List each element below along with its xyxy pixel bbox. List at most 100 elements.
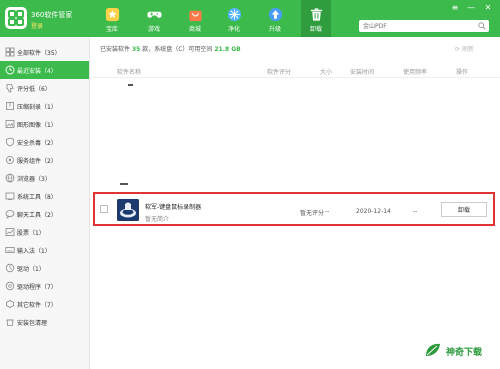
sidebar-item-low-rating[interactable]: 评分低（6） — [0, 79, 89, 97]
header-divider — [90, 77, 500, 78]
disk-info-bar: 已安装软件 35 款，系统盘（C）可用空间 21.8 GB — [100, 44, 241, 53]
login-link[interactable]: 登录 — [31, 21, 43, 30]
category-sidebar: 全部软件（35） 最近安装（4） 评分低（6） 压缩刻录（1） 图形图像（1） … — [0, 37, 90, 369]
sidebar-item-label: 驱动（1） — [17, 265, 45, 273]
sidebar-item-recent-installs[interactable]: 最近安装（4） — [0, 61, 89, 79]
column-header-name[interactable]: 软件名称 — [117, 67, 141, 76]
nav-tab-treasury[interactable]: 宝库 — [97, 0, 127, 37]
app-title: 360软件管家 — [31, 11, 73, 19]
sidebar-item-package-cleanup[interactable]: 安装包清理 — [0, 313, 89, 331]
component-icon — [6, 156, 14, 164]
info-middle: 款，系统盘（C）可用空间 — [142, 46, 213, 53]
trash-icon — [310, 8, 322, 21]
sidebar-item-label: 聊天工具（2） — [17, 211, 57, 219]
sidebar-item-driver-programs[interactable]: 驱动程序（7） — [0, 277, 89, 295]
usage-frequency: -- — [413, 208, 418, 215]
browser-icon — [5, 173, 15, 183]
cleanup-icon — [6, 319, 14, 326]
sidebar-item-label: 图形图像（1） — [17, 121, 57, 129]
sidebar-item-label: 其它软件（7） — [17, 301, 57, 309]
nav-tab-label: 净化 — [227, 26, 240, 33]
sidebar-item-label: 最近安装（4） — [17, 67, 57, 75]
title-bar: 360软件管家 登录 宝库 游戏 商城 净化 升级 卸载 ≡ — ✕ — [0, 0, 500, 37]
nav-tab-label: 宝库 — [105, 26, 118, 33]
archive-icon — [6, 102, 14, 110]
column-header-install-time[interactable]: 安装时间 — [350, 67, 374, 76]
search-box — [359, 20, 489, 32]
refresh-button[interactable]: ⟳ 刷新 — [455, 44, 474, 53]
star-icon — [105, 7, 119, 22]
keyboard-icon — [5, 247, 15, 253]
sidebar-item-chat-tools[interactable]: 聊天工具（2） — [0, 205, 89, 223]
uninstall-button[interactable]: 卸载 — [441, 202, 487, 217]
keyboard-mouse-recorder-icon — [117, 199, 139, 221]
search-icon[interactable] — [478, 22, 486, 30]
info-prefix: 已安装软件 — [100, 46, 131, 53]
driver-program-icon — [5, 281, 15, 291]
thumb-down-icon — [6, 84, 14, 93]
sidebar-item-browsers[interactable]: 浏览器（3） — [0, 169, 89, 187]
nav-tab-games[interactable]: 游戏 — [139, 0, 169, 37]
nav-tab-mall[interactable]: 商城 — [180, 0, 210, 37]
gamepad-icon — [146, 11, 162, 18]
search-input[interactable] — [363, 21, 468, 31]
nav-tab-upgrade[interactable]: 升级 — [260, 0, 290, 37]
nav-tab-purify[interactable]: 净化 — [219, 0, 249, 37]
sidebar-item-label: 浏览器（3） — [17, 175, 51, 183]
sidebar-item-label: 系统工具（8） — [17, 193, 57, 201]
stock-icon — [5, 228, 15, 236]
leaf-icon — [426, 343, 440, 356]
sidebar-item-label: 评分低（6） — [17, 85, 51, 93]
upgrade-arrow-icon — [268, 7, 282, 22]
refresh-label: 刷新 — [461, 46, 474, 53]
shopping-bag-icon — [188, 10, 202, 22]
column-header-score[interactable]: 软件评分 — [267, 67, 291, 76]
sidebar-item-compression[interactable]: 压缩刻录（1） — [0, 97, 89, 115]
free-space: 21.8 GB — [214, 46, 241, 53]
sidebar-item-security[interactable]: 安全杀毒（2） — [0, 133, 89, 151]
shield-icon — [6, 137, 14, 147]
sidebar-item-input-methods[interactable]: 输入法（1） — [0, 241, 89, 259]
nav-tab-label: 游戏 — [147, 26, 160, 33]
nav-tab-label: 商城 — [188, 26, 201, 33]
sidebar-item-graphics[interactable]: 图形图像（1） — [0, 115, 89, 133]
column-header-action: 操作 — [456, 69, 469, 76]
tools-icon — [5, 192, 15, 200]
close-button[interactable]: ✕ — [483, 3, 493, 13]
loading-mark — [128, 84, 133, 86]
chat-icon — [5, 210, 15, 219]
refresh-icon: ⟳ — [455, 46, 461, 53]
sidebar-item-label: 服务组件（2） — [17, 157, 57, 165]
nav-tab-uninstall[interactable]: 卸载 — [301, 0, 331, 37]
app-logo-icon — [5, 7, 27, 29]
sidebar-item-stocks[interactable]: 股票（1） — [0, 223, 89, 241]
sidebar-item-label: 安全杀毒（2） — [17, 139, 57, 147]
sidebar-item-service-components[interactable]: 服务组件（2） — [0, 151, 89, 169]
purify-icon — [227, 7, 241, 22]
sidebar-item-other-software[interactable]: 其它软件（7） — [0, 295, 89, 313]
sidebar-item-label: 股票（1） — [17, 229, 45, 237]
table-row[interactable]: 软军-键盘鼠标录制器 暂无简介 暂无评分 -- 2020-12-14 -- 卸载 — [93, 192, 495, 226]
row-checkbox[interactable] — [100, 205, 108, 213]
sidebar-item-label: 全部软件（35） — [17, 49, 61, 57]
software-intro: 暂无简介 — [145, 216, 170, 223]
nav-tab-label: 卸载 — [309, 26, 322, 33]
sidebar-item-label: 输入法（1） — [17, 247, 51, 255]
sidebar-item-all-software[interactable]: 全部软件（35） — [0, 43, 89, 61]
sidebar-item-label: 驱动程序（7） — [17, 283, 57, 291]
nav-tab-label: 升级 — [268, 26, 281, 33]
grid-icon — [5, 47, 15, 57]
sidebar-item-drivers[interactable]: 驱动（1） — [0, 259, 89, 277]
menu-button[interactable]: ≡ — [450, 3, 460, 13]
driver-icon — [5, 263, 15, 273]
column-header-frequency[interactable]: 使用频率 — [403, 67, 427, 76]
software-size: -- — [325, 208, 330, 215]
installed-count: 35 — [131, 46, 141, 53]
minimize-button[interactable]: — — [466, 3, 476, 13]
sidebar-item-label: 安装包清理 — [17, 319, 48, 327]
install-date: 2020-12-14 — [356, 208, 391, 215]
watermark-logo: 神奇下载 — [424, 342, 494, 360]
sidebar-item-system-tools[interactable]: 系统工具（8） — [0, 187, 89, 205]
sidebar-item-label: 压缩刻录（1） — [17, 103, 57, 111]
column-header-size[interactable]: 大小 — [320, 67, 332, 76]
